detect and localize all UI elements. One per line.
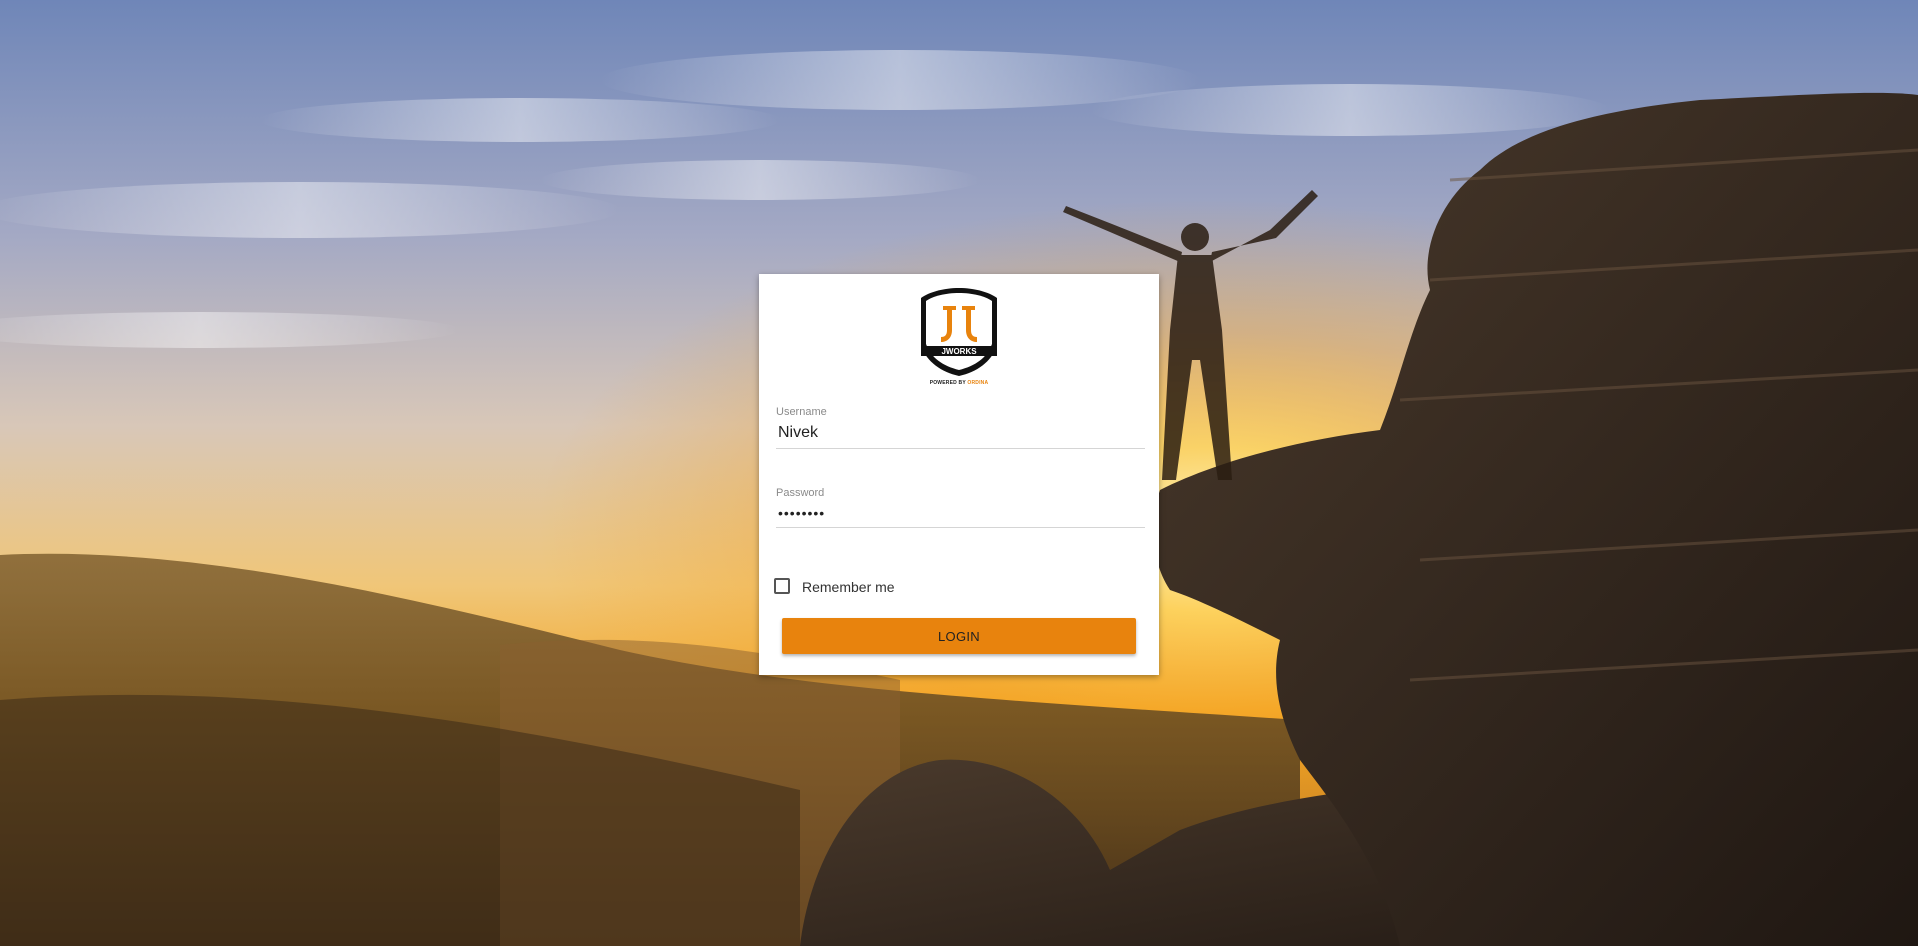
powered-by-brand: ORDINA	[967, 380, 989, 386]
powered-by-prefix: POWERED BY	[929, 380, 966, 386]
login-button[interactable]: LOGIN	[782, 618, 1136, 654]
login-card: JWORKS POWERED BY ORDINA Username Passwo…	[759, 274, 1159, 675]
powered-by-caption: POWERED BY ORDINA	[919, 380, 999, 386]
username-input[interactable]	[776, 422, 1145, 449]
remember-me-checkbox[interactable]	[774, 577, 790, 594]
username-label: Username	[776, 406, 827, 418]
logo: JWORKS POWERED BY ORDINA	[919, 286, 999, 390]
username-field-group: Username	[776, 406, 1145, 449]
logo-brand-text: JWORKS	[941, 347, 977, 356]
password-input[interactable]	[776, 503, 1145, 528]
password-label: Password	[776, 487, 825, 499]
jworks-shield-icon: JWORKS	[921, 288, 997, 376]
password-field-group: Password	[776, 487, 1145, 528]
remember-me-label[interactable]: Remember me	[802, 579, 895, 595]
remember-me-row[interactable]: Remember me	[774, 576, 895, 595]
